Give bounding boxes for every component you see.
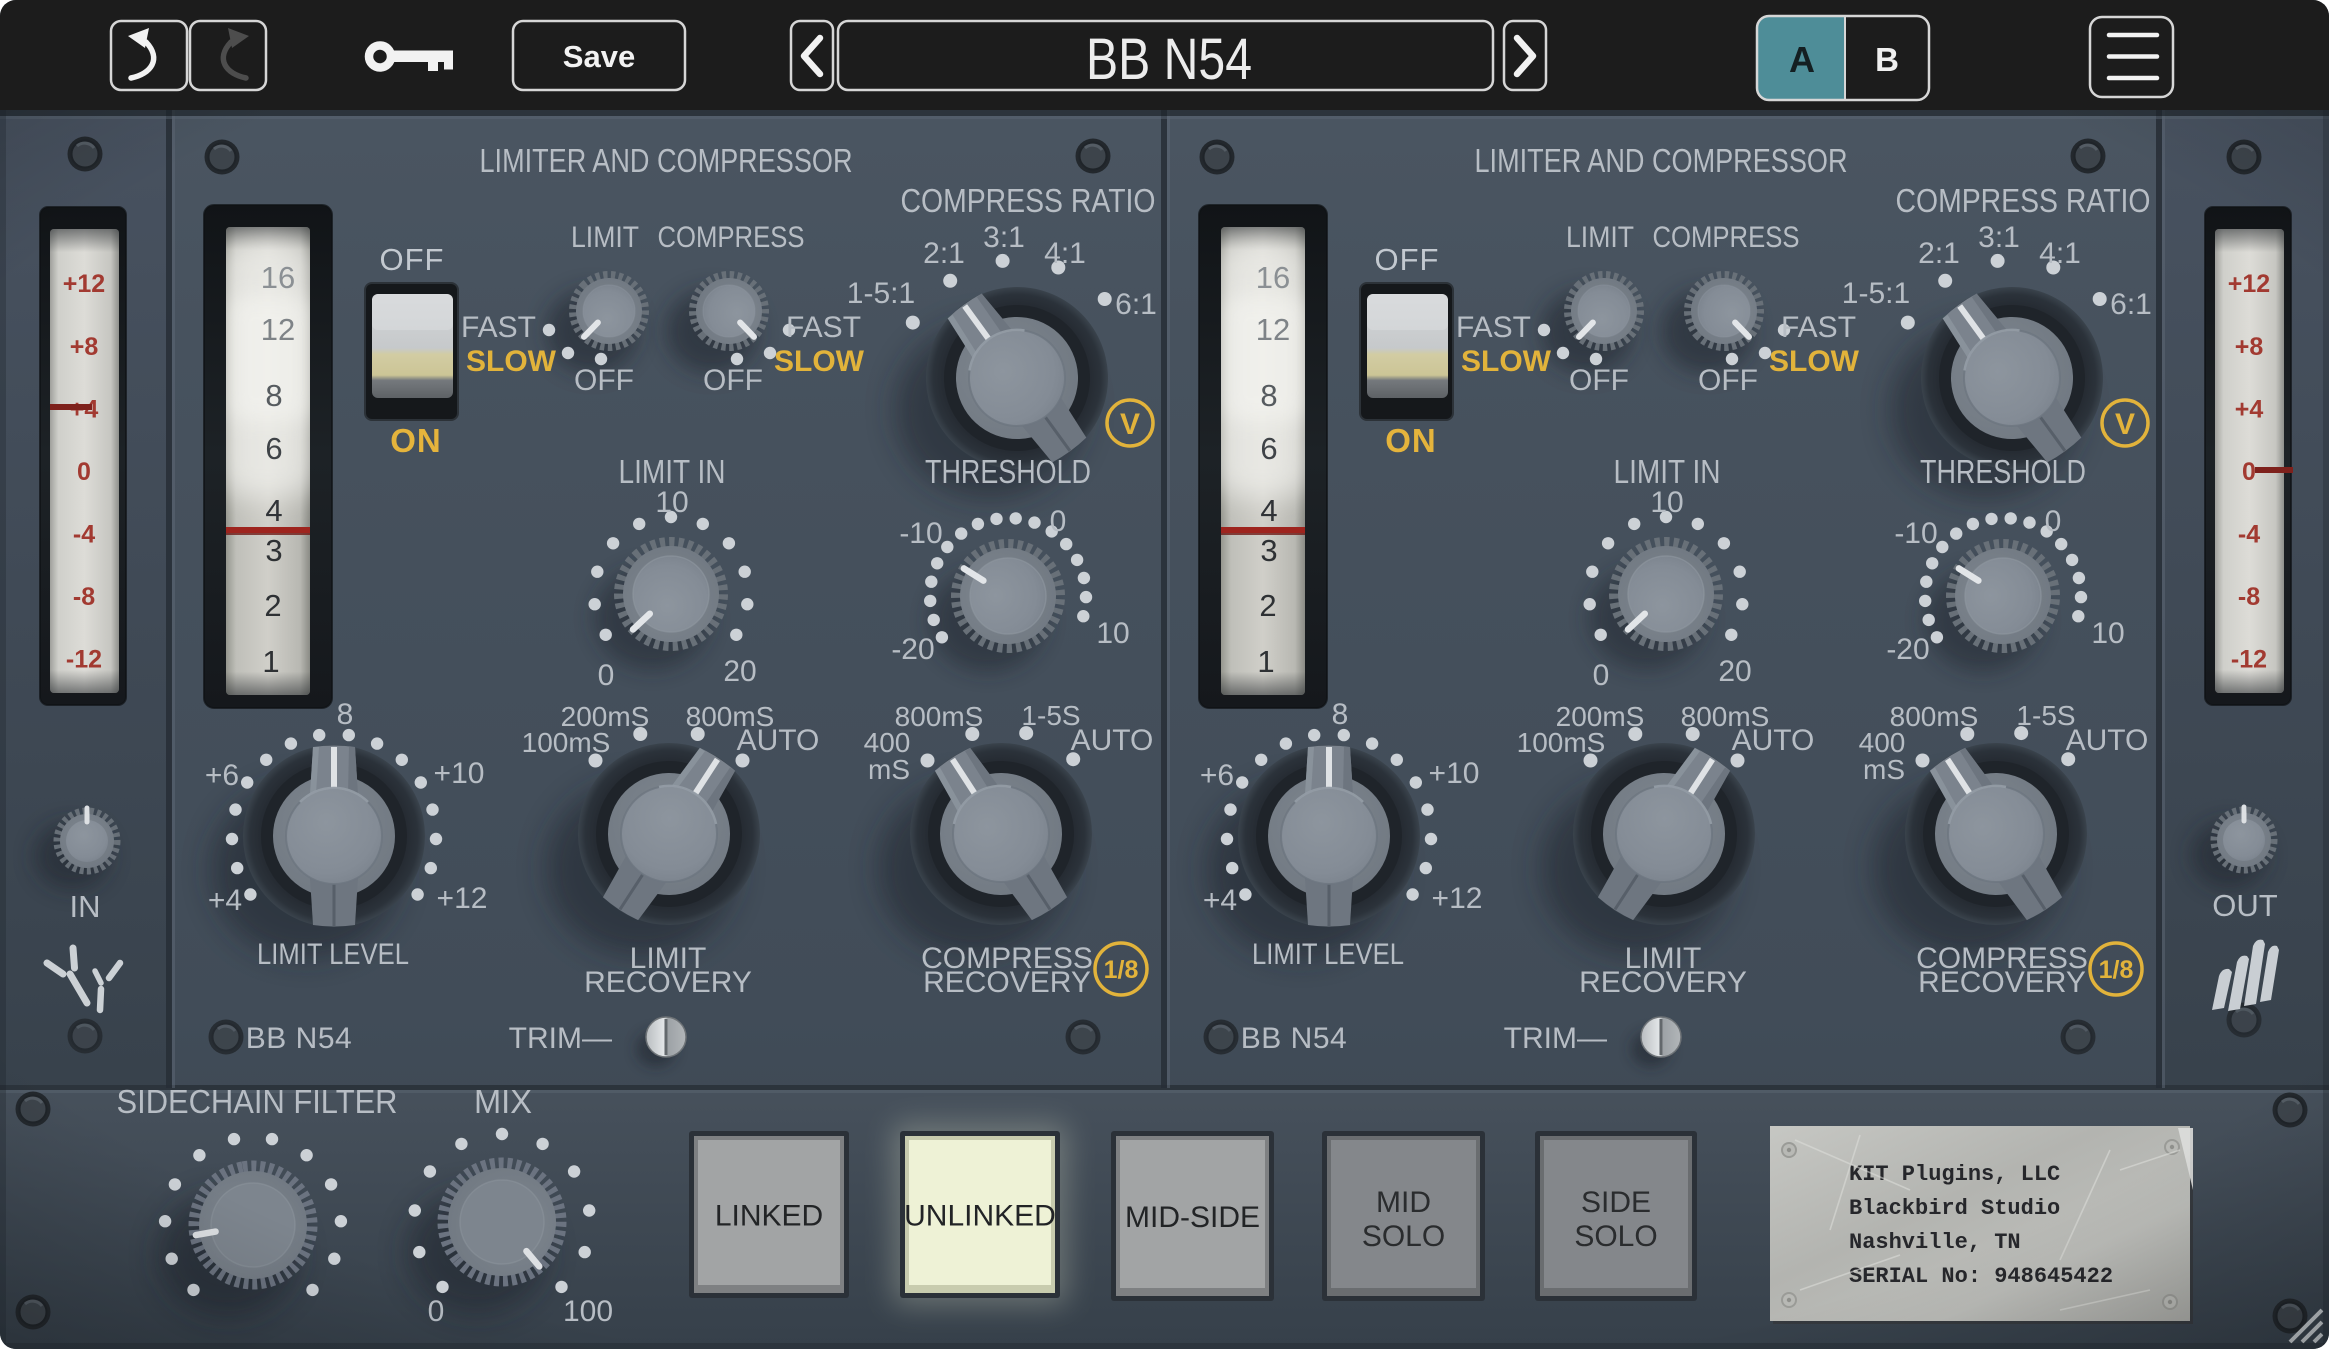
svg-text:B: B [1875,41,1899,78]
svg-text:BB N54: BB N54 [1086,27,1252,92]
svg-text:Save: Save [563,39,635,74]
svg-text:A: A [1789,39,1815,80]
